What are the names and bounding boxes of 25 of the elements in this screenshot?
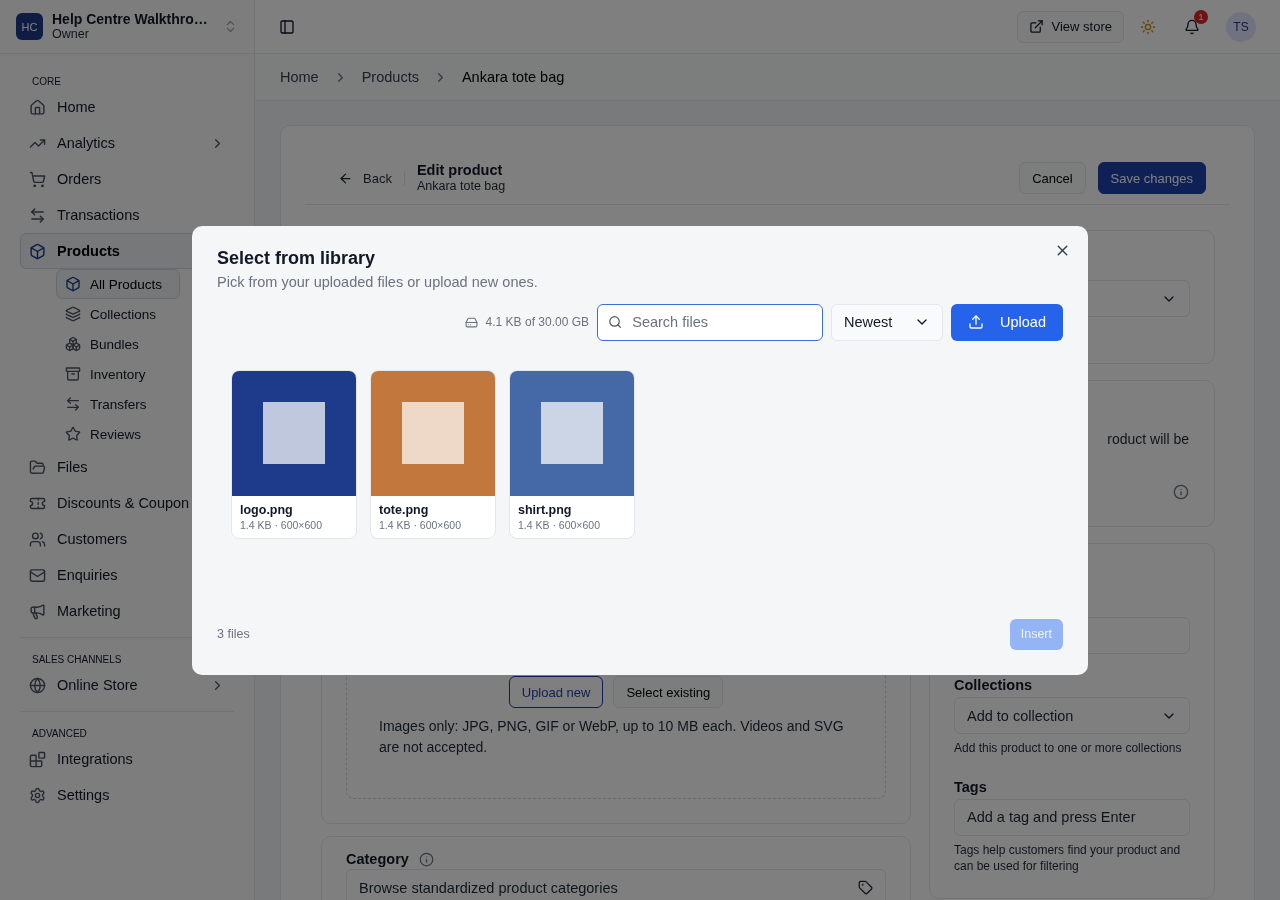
- upload-hint: Images only: JPG, PNG, GIF or WebP, up to 10 MB each. Videos and SVG are not accepted.: [379, 717, 845, 758]
- page-subtitle: Ankara tote bag: [416, 179, 507, 195]
- section-label: CORE: [31, 76, 62, 87]
- workspace-name: Help Centre Walkthro…: [52, 11, 209, 28]
- category-label: Category: [346, 851, 409, 868]
- workspace-role: Owner: [52, 27, 90, 42]
- section-label: SALES CHANNELS: [31, 654, 123, 665]
- file-meta: 1.4 KB · 600×600: [379, 518, 463, 531]
- tags-label: Tags: [954, 778, 988, 795]
- collections-label: Collections: [954, 677, 1034, 694]
- file-name: shirt.png: [518, 502, 573, 517]
- page-title: Edit product: [416, 162, 504, 180]
- notification-badge: 1: [1194, 9, 1208, 24]
- storage-usage: 4.1 KB of 30.00 GB: [485, 315, 589, 329]
- collections-help: Add this product to one or more collections: [954, 740, 1183, 757]
- dialog-subtitle: Pick from your uploaded files or upload new ones.: [217, 273, 539, 290]
- tags-help: Tags help customers find your product and can be used for filtering: [954, 841, 1182, 874]
- status-text: roduct will be: [1107, 430, 1189, 450]
- section-label: ADVANCED: [31, 728, 88, 739]
- file-name: logo.png: [240, 502, 294, 517]
- workspace-logo: HC: [16, 13, 43, 40]
- file-count: 3 files: [217, 627, 250, 641]
- file-meta: 1.4 KB · 600×600: [518, 518, 602, 531]
- file-meta: 1.4 KB · 600×600: [240, 518, 324, 531]
- file-name: tote.png: [379, 502, 430, 517]
